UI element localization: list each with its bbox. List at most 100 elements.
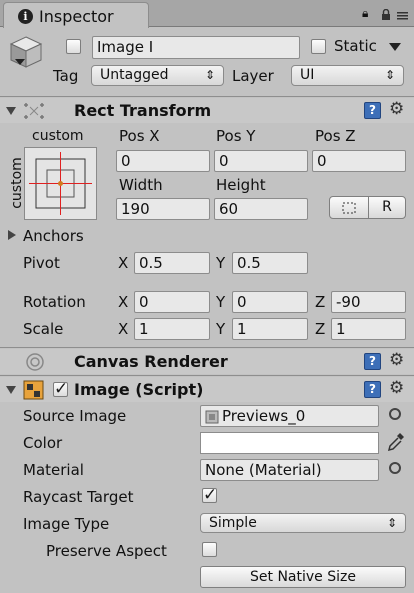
static-checkbox[interactable] — [311, 39, 326, 54]
gear-icon[interactable]: ⚙ — [389, 380, 404, 397]
help-icon[interactable]: ? — [364, 381, 381, 398]
rotation-x-field[interactable]: 0 — [134, 291, 210, 313]
source-image-label: Source Image — [23, 407, 127, 425]
checkmark-icon: ✓ — [203, 485, 218, 505]
height-field[interactable]: 60 — [214, 198, 308, 220]
pivot-x-value: 0.5 — [139, 254, 163, 272]
anchor-vertical-label: custom — [8, 157, 25, 209]
object-picker-icon[interactable] — [389, 408, 401, 420]
name-field[interactable]: Image I — [92, 36, 300, 59]
rotation-z-label: Z — [315, 293, 326, 311]
divider — [0, 347, 414, 348]
material-field[interactable]: None (Material) — [200, 459, 379, 481]
image-script-title: Image (Script) — [74, 380, 204, 399]
anchors-foldout-icon[interactable] — [7, 229, 17, 241]
anchor-presets-button[interactable] — [24, 147, 97, 220]
tab-inspector[interactable]: i Inspector — [3, 2, 149, 28]
rect-transform-title: Rect Transform — [74, 101, 212, 120]
rotation-z-field[interactable]: -90 — [331, 291, 406, 313]
icon-dropdown-arrow-icon[interactable] — [14, 58, 26, 66]
scale-label: Scale — [23, 320, 64, 338]
tag-value: Untagged — [100, 67, 169, 83]
blueprint-mode-button[interactable] — [329, 196, 369, 219]
eyedropper-icon[interactable] — [385, 430, 407, 454]
color-field[interactable] — [200, 432, 379, 454]
active-checkbox[interactable] — [66, 39, 81, 54]
rotation-x-label: X — [118, 293, 129, 311]
foldout-open-icon[interactable] — [5, 106, 17, 116]
pivot-label: Pivot — [23, 254, 60, 272]
info-icon: i — [18, 9, 33, 24]
pos-z-label: Pos Z — [315, 127, 356, 145]
tab-label: Inspector — [39, 7, 114, 26]
image-enabled-checkbox[interactable]: ✓ — [53, 379, 68, 399]
pos-y-value: 0 — [219, 152, 229, 170]
pos-z-field[interactable]: 0 — [312, 150, 406, 172]
rect-transform-header[interactable]: Rect Transform ? ⚙ — [0, 98, 414, 123]
layer-dropdown[interactable]: UI ⇕ — [291, 65, 404, 86]
gear-icon[interactable]: ⚙ — [389, 352, 404, 369]
material-value: None (Material) — [205, 461, 322, 479]
pivot-x-label: X — [118, 254, 129, 272]
layer-value: UI — [300, 67, 315, 83]
scale-y-value: 1 — [237, 320, 247, 338]
width-value: 190 — [121, 200, 150, 218]
divider — [0, 375, 414, 376]
scale-x-label: X — [118, 320, 129, 338]
gear-icon[interactable]: ⚙ — [389, 101, 404, 118]
object-picker-icon[interactable] — [389, 462, 401, 474]
pos-y-label: Pos Y — [216, 127, 256, 145]
static-dropdown-icon[interactable] — [388, 42, 402, 52]
scale-z-label: Z — [315, 320, 326, 338]
pivot-y-field[interactable]: 0.5 — [232, 252, 308, 274]
height-label: Height — [216, 176, 266, 194]
lock-icon[interactable]: 🔒︎ — [362, 6, 368, 21]
color-label: Color — [23, 434, 63, 452]
image-type-dropdown[interactable]: Simple ⇕ — [200, 513, 406, 533]
sprite-icon — [205, 410, 219, 424]
static-label: Static — [334, 37, 377, 55]
source-image-field[interactable]: Previews_0 — [200, 405, 379, 427]
pos-y-field[interactable]: 0 — [214, 150, 308, 172]
scale-x-field[interactable]: 1 — [134, 318, 210, 340]
rotation-y-value: 0 — [237, 293, 247, 311]
pos-z-value: 0 — [317, 152, 327, 170]
canvas-renderer-title: Canvas Renderer — [74, 352, 228, 371]
scale-z-field[interactable]: 1 — [331, 318, 406, 340]
width-label: Width — [119, 176, 163, 194]
dropdown-arrows-icon: ⇕ — [204, 68, 215, 82]
anchor-horizontal-label: custom — [32, 128, 84, 144]
scale-z-value: 1 — [336, 320, 346, 338]
raycast-target-checkbox[interactable]: ✓ — [202, 485, 218, 505]
anchor-preset-icon — [29, 152, 92, 215]
pos-x-label: Pos X — [119, 127, 160, 145]
rect-transform-icon — [24, 103, 44, 119]
blueprint-icon — [342, 202, 356, 214]
canvas-renderer-header[interactable]: Canvas Renderer ? ⚙ — [0, 349, 414, 374]
set-native-size-button[interactable]: Set Native Size — [200, 566, 406, 588]
help-icon[interactable]: ? — [364, 353, 381, 370]
menu-icon[interactable] — [395, 9, 411, 21]
image-script-header[interactable]: ✓ Image (Script) ? ⚙ — [0, 377, 414, 402]
height-value: 60 — [219, 200, 239, 218]
anchors-label[interactable]: Anchors — [23, 227, 84, 245]
image-type-value: Simple — [209, 515, 257, 531]
foldout-open-icon[interactable] — [5, 385, 17, 395]
pos-x-field[interactable]: 0 — [116, 150, 210, 172]
tag-dropdown[interactable]: Untagged ⇕ — [91, 65, 224, 86]
rotation-y-field[interactable]: 0 — [232, 291, 308, 313]
pivot-y-value: 0.5 — [237, 254, 261, 272]
divider — [0, 96, 414, 97]
raw-edit-button[interactable]: R — [368, 196, 406, 219]
source-image-value: Previews_0 — [222, 407, 306, 425]
rotation-label: Rotation — [23, 293, 86, 311]
scale-y-field[interactable]: 1 — [232, 318, 308, 340]
rotation-z-value: -90 — [336, 293, 361, 311]
canvas-renderer-icon — [26, 353, 44, 371]
width-field[interactable]: 190 — [116, 198, 210, 220]
rotation-y-label: Y — [216, 293, 226, 311]
preserve-aspect-checkbox[interactable] — [202, 542, 217, 557]
pivot-x-field[interactable]: 0.5 — [134, 252, 210, 274]
dropdown-arrows-icon: ⇕ — [386, 516, 397, 530]
help-icon[interactable]: ? — [364, 102, 381, 119]
